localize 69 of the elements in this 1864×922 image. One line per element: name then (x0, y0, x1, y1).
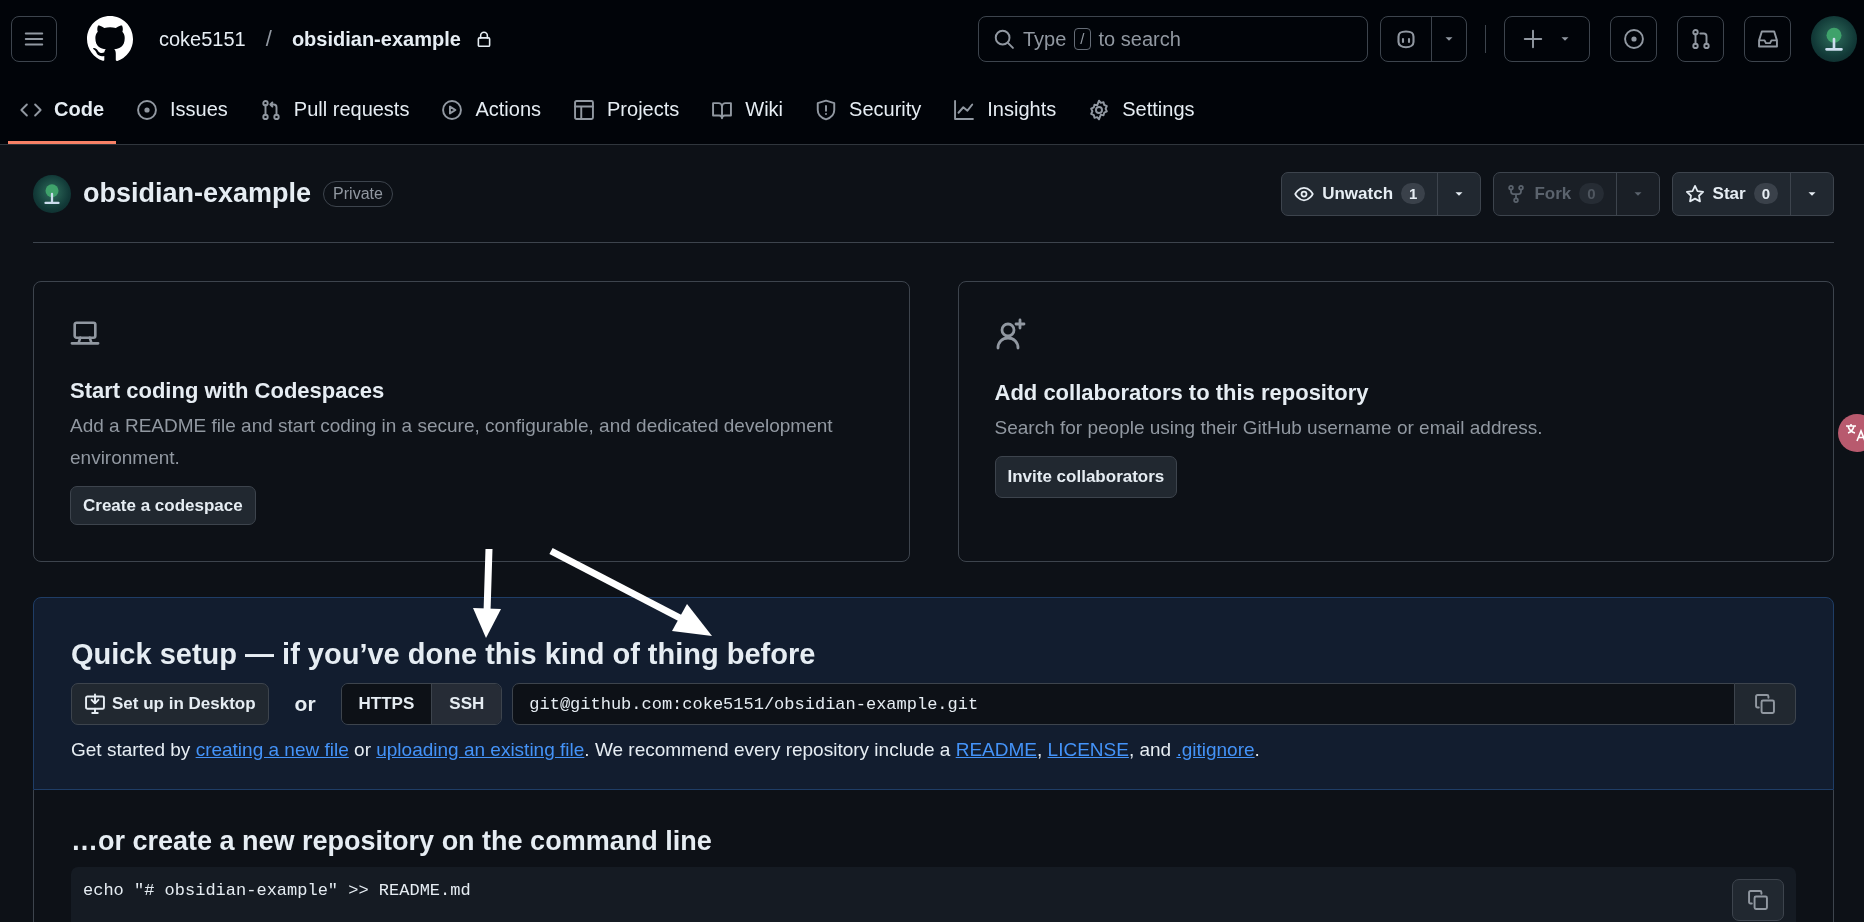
nav-tab[interactable]: Actions (429, 78, 554, 144)
nav-tab[interactable]: Projects (561, 78, 692, 144)
protocol-toggle[interactable]: HTTPS (341, 684, 432, 724)
menu-button[interactable] (11, 16, 57, 62)
repo-name[interactable]: obsidian-example (83, 178, 312, 209)
person-add-icon (994, 318, 1027, 350)
nav-tab[interactable]: Pull requests (247, 78, 422, 144)
counter: 0 (1753, 183, 1778, 204)
text-link[interactable]: README (955, 739, 1037, 760)
copy-icon (1747, 889, 1769, 911)
card-title: Start coding with Codespaces (70, 378, 385, 404)
create-new-button[interactable] (1504, 16, 1590, 62)
nav-tab[interactable]: Insights (941, 78, 1069, 144)
star-icon (1684, 183, 1705, 204)
issue-icon (1622, 28, 1645, 50)
fork-icon (1506, 183, 1527, 204)
card-description: Add a README file and start coding in a secure, configurable, and dedicated development environment. (70, 414, 834, 470)
repo-link[interactable]: obsidian-example (291, 27, 461, 51)
pull-request-icon (259, 98, 282, 121)
nav-tab[interactable]: Settings (1076, 78, 1207, 144)
nav-tab[interactable]: Wiki (699, 78, 796, 144)
shield-icon (815, 98, 838, 121)
text-link[interactable]: uploading an existing file (376, 739, 585, 760)
desktop-button[interactable]: Set up in Desktop (71, 683, 269, 725)
settings-icon (1088, 98, 1111, 121)
issues-button[interactable] (1610, 16, 1657, 62)
nav-tab[interactable]: Issues (124, 78, 240, 144)
copy-button[interactable] (1732, 879, 1784, 921)
laptop-icon (70, 318, 100, 348)
placeholder-text: to search (1098, 27, 1181, 51)
copy-button[interactable] (1735, 683, 1796, 725)
pull-requests-button[interactable] (1677, 16, 1724, 62)
quick-setup-title: Quick setup — if you’ve done this kind of thing before (71, 638, 817, 671)
shortcut-key: / (1074, 28, 1091, 50)
star-button[interactable]: Star 0 (1672, 172, 1790, 215)
avatar[interactable] (1811, 16, 1857, 62)
copy-icon (1754, 693, 1776, 715)
card-action-button[interactable]: Create a codespace (70, 486, 256, 525)
counter: 1 (1401, 183, 1426, 204)
pull-request-icon (1689, 28, 1712, 50)
owner-link[interactable]: coke5151 (159, 27, 246, 51)
or-label: or (294, 692, 316, 716)
hint-text: Get started by creating a new file or uploading an existing file. We recommend every repository include a README, LICENSE, and .gitignore. (71, 739, 1261, 761)
nav-tab[interactable]: Security (803, 78, 934, 144)
plus-icon (1522, 28, 1544, 50)
graph-icon (953, 98, 976, 121)
text-link[interactable]: .gitignore (1176, 739, 1255, 760)
card-action-button[interactable]: Invite collaborators (994, 456, 1178, 498)
card-title: Add collaborators to this repository (994, 380, 1369, 406)
octocat-logo[interactable] (87, 16, 133, 62)
protocol-toggle[interactable]: SSH (431, 684, 502, 724)
text-link[interactable]: LICENSE (1047, 739, 1129, 760)
section-title: …or create a new repository on the command line (71, 826, 713, 857)
code-line: echo "# obsidian-example" >> README.md (83, 880, 472, 902)
inbox-icon (1756, 28, 1779, 50)
table-icon (573, 98, 596, 121)
nav-tab[interactable]: Code (8, 78, 116, 144)
play-icon (441, 98, 464, 121)
placeholder-text: Type (1023, 27, 1067, 51)
text-link[interactable]: creating a new file (195, 739, 349, 760)
search-icon (993, 28, 1015, 50)
search-field[interactable]: Type / to search (978, 16, 1368, 62)
desktop-download-icon (84, 693, 106, 715)
issue-icon (136, 98, 158, 121)
watch-button[interactable]: Unwatch 1 (1282, 172, 1438, 215)
clone-url-field[interactable]: git@github.com:coke5151/obsidian-example.git (512, 683, 1735, 725)
inbox-button[interactable] (1744, 16, 1791, 62)
card-description: Search for people using their GitHub username or email address. (994, 416, 1543, 440)
path-separator: / (265, 26, 272, 52)
